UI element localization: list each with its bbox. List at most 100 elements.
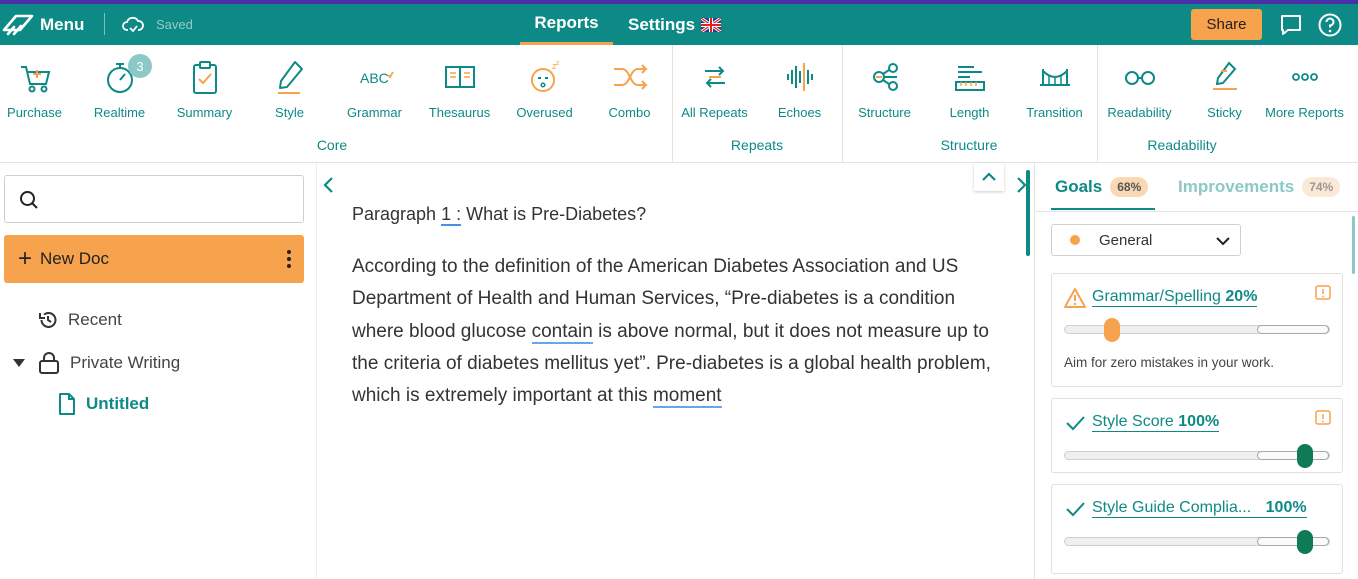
- tool-more-reports[interactable]: More Reports: [1262, 57, 1347, 120]
- tool-thesaurus[interactable]: Thesaurus: [417, 57, 502, 120]
- paragraph-number[interactable]: 1: [441, 204, 452, 226]
- sidebar-item-untitled[interactable]: Untitled: [58, 393, 149, 415]
- status-dot: [1070, 235, 1080, 245]
- paragraph-title: What is Pre-Diabetes?: [461, 204, 647, 224]
- goal-score: 100%: [1178, 413, 1220, 430]
- tool-label: Transition: [1026, 105, 1083, 120]
- goal-category-value: General: [1099, 231, 1153, 249]
- divider: [1035, 211, 1358, 212]
- saved-status: Saved: [122, 4, 193, 45]
- soundwave-icon: [786, 63, 813, 91]
- goal-category-select[interactable]: General: [1051, 224, 1241, 256]
- group-label-readability: Readability: [1147, 137, 1217, 153]
- tool-label: Grammar: [347, 105, 402, 120]
- tool-purchase[interactable]: Purchase: [0, 57, 77, 120]
- active-tab-indicator: [1051, 208, 1155, 210]
- tab-settings[interactable]: Settings: [628, 4, 722, 45]
- kebab-menu-icon[interactable]: [284, 248, 294, 270]
- svg-text:z: z: [556, 60, 560, 67]
- saved-label: Saved: [156, 17, 193, 32]
- goal-progress-knob[interactable]: [1297, 444, 1313, 468]
- caret-down-icon[interactable]: [12, 357, 26, 369]
- sidebar-item-label: Untitled: [86, 394, 150, 413]
- more-icon: [1291, 73, 1318, 81]
- search-input[interactable]: [4, 175, 304, 223]
- share-label: Share: [1206, 16, 1247, 33]
- chevron-left-icon[interactable]: [318, 172, 340, 198]
- goal-title[interactable]: Style Score 100%: [1092, 413, 1220, 432]
- tool-overused[interactable]: z z Overused: [502, 57, 587, 120]
- bridge-icon: [1039, 69, 1070, 86]
- tool-grammar[interactable]: ABC Grammar: [332, 57, 417, 120]
- uk-flag-icon: [701, 17, 722, 32]
- check-icon: [1066, 416, 1085, 431]
- repeat-icon: [704, 66, 725, 88]
- sidebar-item-private-writing[interactable]: Private Writing: [12, 351, 180, 375]
- flagged-word[interactable]: contain: [531, 320, 593, 344]
- tool-label: Echoes: [777, 105, 822, 120]
- reports-toolbar: Purchase Realtime Summary Style ABC Gram…: [0, 45, 1358, 163]
- tool-style[interactable]: Style: [247, 57, 332, 120]
- target-range: [1257, 537, 1329, 546]
- document-icon: [59, 393, 75, 415]
- tool-label: Combo: [608, 105, 651, 120]
- check-icon: [1066, 502, 1085, 517]
- tool-label: More Reports: [1265, 105, 1344, 120]
- new-doc-button[interactable]: + New Doc: [4, 235, 304, 283]
- goal-description: Aim for zero mistakes in your work.: [1064, 355, 1275, 370]
- lock-icon: [39, 352, 59, 374]
- tab-improvements[interactable]: Improvements 74%: [1178, 177, 1341, 197]
- sidebar-item-label: Private Writing: [70, 353, 181, 372]
- chevron-down-icon: [1216, 237, 1230, 246]
- tool-all-repeats[interactable]: All Repeats: [672, 57, 757, 120]
- goal-progress-knob[interactable]: [1297, 530, 1313, 554]
- sidebar-item-recent[interactable]: Recent: [38, 310, 122, 330]
- chat-icon[interactable]: [1278, 12, 1304, 38]
- shuffle-icon: [613, 64, 647, 90]
- flagged-word[interactable]: moment: [652, 385, 722, 409]
- goal-card-grammar: Grammar/Spelling 20% Aim for zero mistak…: [1051, 273, 1343, 387]
- report-flag-icon[interactable]: [1314, 284, 1332, 302]
- goal-progress-track: [1064, 451, 1330, 460]
- tool-structure[interactable]: Structure: [842, 57, 927, 120]
- goal-title[interactable]: Grammar/Spelling 20%: [1092, 288, 1258, 307]
- paragraph-body[interactable]: According to the definition of the Ameri…: [352, 251, 992, 412]
- chevron-right-icon[interactable]: [1012, 172, 1032, 198]
- nodes-icon: [872, 63, 898, 91]
- menu-button[interactable]: Menu: [0, 4, 84, 45]
- document-sidebar: + New Doc Recent Private Writing Untitle…: [0, 163, 316, 579]
- goal-title-text: Grammar/Spelling: [1092, 288, 1221, 305]
- tool-label: Realtime: [93, 105, 146, 120]
- tool-echoes[interactable]: Echoes: [757, 57, 842, 120]
- tool-length[interactable]: Length: [927, 57, 1012, 120]
- tab-improvements-label: Improvements: [1178, 177, 1295, 196]
- goal-progress-track: [1064, 537, 1330, 546]
- goal-progress-knob[interactable]: [1104, 318, 1120, 342]
- tool-combo[interactable]: Combo: [587, 57, 672, 120]
- share-button[interactable]: Share: [1191, 9, 1262, 40]
- report-flag-icon[interactable]: [1314, 409, 1332, 427]
- tab-goals[interactable]: Goals 68%: [1055, 177, 1149, 197]
- goal-title[interactable]: Style Guide Complia... 100%: [1092, 499, 1307, 518]
- panel-scrollbar[interactable]: [1352, 216, 1355, 274]
- tool-label: Readability: [1107, 105, 1172, 120]
- svg-text:ABC: ABC: [360, 70, 389, 86]
- goals-percent-badge: 68%: [1110, 177, 1149, 197]
- tool-label: Style: [275, 105, 304, 120]
- tab-reports[interactable]: Reports: [520, 4, 613, 45]
- tool-summary[interactable]: Summary: [162, 57, 247, 120]
- tool-label: Sticky: [1207, 105, 1242, 120]
- tool-transition[interactable]: Transition: [1012, 57, 1097, 120]
- tool-readability[interactable]: Readability: [1097, 57, 1182, 120]
- plus-icon: +: [18, 245, 33, 272]
- sidebar-item-label: Recent: [68, 310, 122, 329]
- collapse-toolbar-button[interactable]: [974, 163, 1004, 191]
- improvements-percent-badge: 74%: [1302, 177, 1341, 197]
- new-doc-label: New Doc: [40, 249, 109, 268]
- warning-icon: [1064, 288, 1086, 308]
- tool-sticky[interactable]: Sticky: [1182, 57, 1267, 120]
- tool-label: All Repeats: [681, 105, 748, 120]
- help-icon[interactable]: [1317, 12, 1343, 38]
- glasses-icon: [1124, 71, 1155, 85]
- history-icon: [39, 311, 57, 328]
